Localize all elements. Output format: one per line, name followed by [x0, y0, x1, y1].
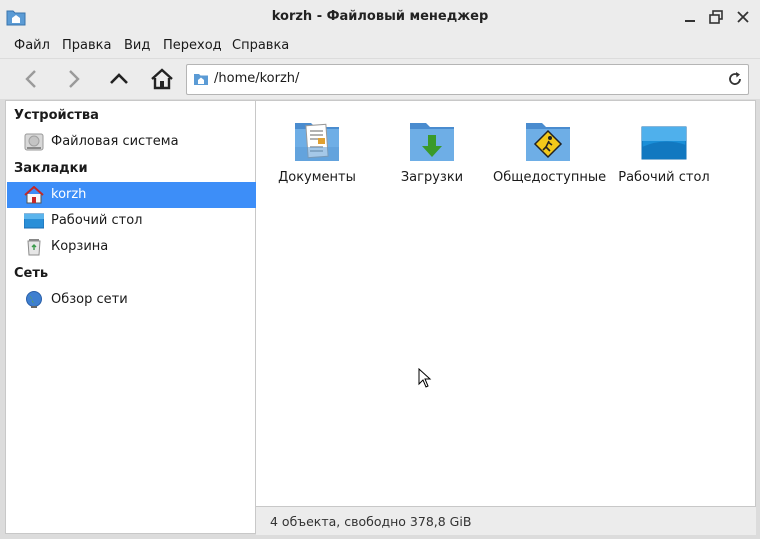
- menu-bar: [0, 34, 760, 58]
- file-name: Загрузки: [400, 170, 464, 185]
- sidebar-heading-network: Сеть: [14, 266, 49, 281]
- file-name: Рабочий стол: [618, 170, 710, 185]
- sidebar-item-label: Корзина: [51, 239, 109, 254]
- status-text: 4 объекта, свободно 378,8 GiB: [270, 514, 472, 529]
- file-name: Документы: [278, 170, 356, 185]
- menu-file[interactable]: Файл: [14, 38, 50, 53]
- desktop-folder-icon: [641, 126, 687, 160]
- sidebar-item-desktop[interactable]: Рабочий стол: [7, 208, 256, 234]
- drive-icon: [24, 133, 44, 151]
- sidebar-item-network[interactable]: Обзор сети: [7, 287, 256, 313]
- menu-edit[interactable]: Правка: [62, 38, 111, 53]
- public-folder-icon: [526, 123, 570, 161]
- window-title: korzh - Файловый менеджер: [271, 9, 489, 24]
- folder-home-icon: [194, 74, 208, 85]
- file-name: Общедоступные: [493, 170, 607, 185]
- menu-view[interactable]: Вид: [124, 38, 150, 53]
- sidebar-item-label: Файловая система: [51, 134, 179, 149]
- trash-icon: [27, 239, 41, 256]
- back-icon[interactable]: [19, 66, 45, 92]
- file-item-downloads[interactable]: Загрузки: [377, 109, 487, 189]
- home-icon[interactable]: [149, 66, 175, 92]
- sidebar-item-filesystem[interactable]: Файловая система: [7, 129, 256, 155]
- sidebar-item-label: Рабочий стол: [51, 213, 143, 228]
- maximize-icon[interactable]: [706, 7, 726, 27]
- sidebar-item-trash[interactable]: Корзина: [7, 234, 256, 260]
- documents-folder-icon: [295, 123, 339, 161]
- menu-go[interactable]: Переход: [163, 38, 222, 53]
- sidebar: Устройства Файловая система Закладки kor…: [5, 100, 256, 534]
- file-view[interactable]: Документы Загрузки Общедоступные Рабочий…: [256, 100, 756, 507]
- close-icon[interactable]: [733, 7, 753, 27]
- mouse-pointer-icon: [418, 368, 432, 388]
- minimize-icon[interactable]: [680, 7, 700, 27]
- home-folder-icon: [24, 186, 44, 204]
- sidebar-item-korzh[interactable]: korzh: [7, 182, 256, 208]
- sidebar-item-label: korzh: [51, 187, 87, 202]
- file-item-documents[interactable]: Документы: [262, 109, 372, 189]
- up-icon[interactable]: [106, 66, 132, 92]
- network-icon: [26, 291, 42, 308]
- file-item-desktop[interactable]: Рабочий стол: [609, 109, 719, 189]
- path-text[interactable]: /home/korzh/: [214, 71, 299, 86]
- file-item-public[interactable]: Общедоступные: [493, 109, 607, 189]
- sidebar-item-label: Обзор сети: [51, 292, 128, 307]
- sidebar-heading-bookmarks: Закладки: [14, 161, 88, 176]
- sidebar-heading-devices: Устройства: [14, 108, 99, 123]
- forward-icon[interactable]: [60, 66, 86, 92]
- reload-icon[interactable]: [727, 71, 743, 87]
- status-bar: 4 объекта, свободно 378,8 GiB: [256, 507, 756, 535]
- downloads-folder-icon: [410, 123, 454, 161]
- location-bar[interactable]: /home/korzh/: [186, 64, 749, 95]
- menu-help[interactable]: Справка: [232, 38, 289, 53]
- desktop-icon: [24, 213, 44, 229]
